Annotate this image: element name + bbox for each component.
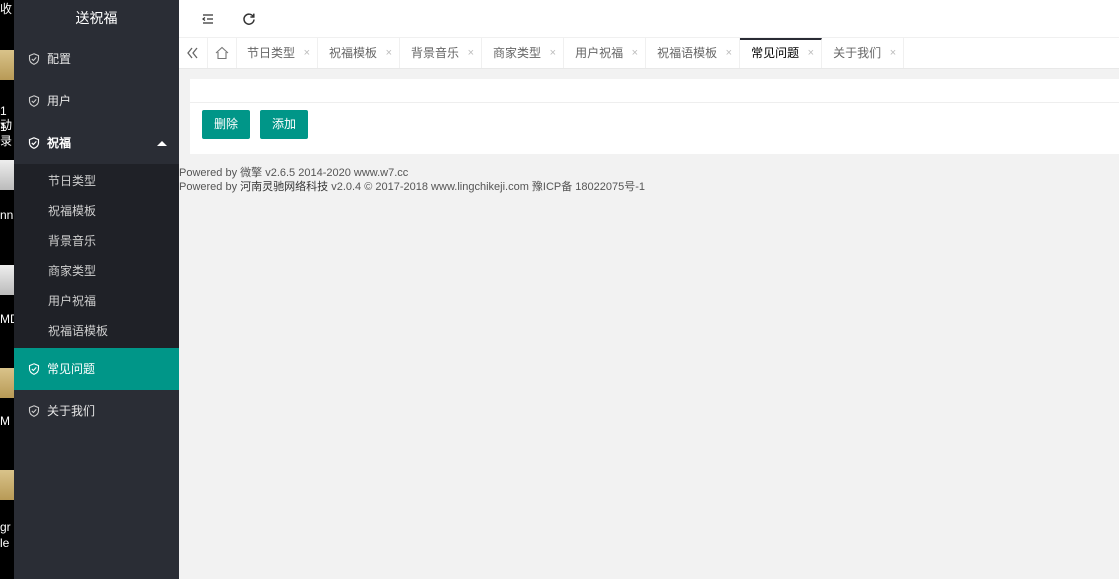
desktop-folder-icon[interactable] [0,368,14,398]
sidebar-item-label: 配置 [47,52,72,66]
desktop-label: le [0,536,10,550]
sidebar-item-users[interactable]: 用户 [14,80,179,122]
tab-bar: 节日类型 × 祝福模板 × 背景音乐 × 商家类型 × 用户祝福 × 祝福语模板 × 常见问… [179,38,1119,69]
tab-label: 商家类型 [493,46,542,60]
delete-button[interactable]: 删除 [202,110,251,139]
tab-holiday-type[interactable]: 节日类型 × [236,38,319,68]
submenu-item[interactable]: 用户祝福 [14,286,179,316]
close-icon[interactable]: × [468,38,474,68]
shield-check-icon [28,363,40,375]
sidebar-item-about[interactable]: 关于我们 [14,390,179,432]
sidebar-item-label: 祝福 [47,136,72,150]
tab-label: 关于我们 [833,46,882,60]
card-header [190,79,1119,103]
close-icon[interactable]: × [808,40,814,66]
close-icon[interactable]: × [726,38,732,68]
tab-faq[interactable]: 常见问题 × [740,38,823,68]
top-bar [179,0,1119,38]
sidebar-item-label: 关于我们 [47,404,96,418]
shield-check-icon [28,53,40,65]
submenu-item[interactable]: 节日类型 [14,166,179,196]
caret-up-icon [157,141,167,146]
refresh-icon[interactable] [240,10,258,28]
tab-scroll-left-button[interactable] [179,38,208,68]
tab-label: 用户祝福 [575,46,624,60]
desktop-label: 1录 [0,120,13,148]
footer-line: Powered by 河南灵驰网络科技 v2.0.4 © 2017-2018 w… [179,180,645,194]
close-icon[interactable]: × [386,38,392,68]
close-icon[interactable]: × [304,38,310,68]
tab-blessing-text-template[interactable]: 祝福语模板 × [646,38,741,68]
close-icon[interactable]: × [632,38,638,68]
submenu-item[interactable]: 祝福模板 [14,196,179,226]
sidebar-item-label: 用户 [47,94,72,108]
tab-list: 节日类型 × 祝福模板 × 背景音乐 × 商家类型 × 用户祝福 × 祝福语模板 × 常见问… [236,38,905,68]
shield-check-icon [28,405,40,417]
footer: Powered by 微擎 v2.6.5 2014-2020 www.w7.cc… [179,166,645,194]
home-icon [215,46,229,60]
footer-line: Powered by 微擎 v2.6.5 2014-2020 www.w7.cc [179,167,409,179]
tab-label: 节日类型 [247,46,296,60]
footer-brand-link[interactable]: 河南灵驰网络科技 [240,181,328,193]
double-chevron-left-icon [187,47,198,59]
sidebar-item-faq[interactable]: 常见问题 [14,348,179,390]
desktop-label: M [0,414,10,428]
shield-check-icon [28,95,40,107]
sidebar-item-label: 常见问题 [47,362,96,376]
sidebar-submenu: 节日类型 祝福模板 背景音乐 商家类型 用户祝福 祝福语模板 [14,164,179,348]
add-button[interactable]: 添加 [260,110,309,139]
tab-blessing-template[interactable]: 祝福模板 × [318,38,401,68]
sidebar: 送祝福 配置 用户 祝福 节日类型 祝福模板 背景音乐 商家类型 用户祝福 祝福… [14,0,179,579]
submenu-item[interactable]: 祝福语模板 [14,316,179,346]
tab-label: 常见问题 [751,46,800,60]
tab-background-music[interactable]: 背景音乐 × [400,38,483,68]
desktop-folder-icon[interactable] [0,470,14,500]
desktop-label: nn [0,208,14,222]
footer-prefix: Powered by [179,181,241,193]
close-icon[interactable]: × [550,38,556,68]
tab-label: 祝福模板 [329,46,378,60]
close-icon[interactable]: × [890,38,896,68]
submenu-item[interactable]: 背景音乐 [14,226,179,256]
tab-about-us[interactable]: 关于我们 × [822,38,905,68]
tab-user-blessing[interactable]: 用户祝福 × [564,38,647,68]
tab-label: 祝福语模板 [657,46,718,60]
desktop-folder-icon[interactable] [0,50,14,80]
tab-merchant-type[interactable]: 商家类型 × [482,38,565,68]
desktop-label: gr [0,520,11,534]
home-tab[interactable] [208,38,237,68]
sidebar-item-blessing[interactable]: 祝福 [14,122,179,164]
desktop-label: 收 [0,2,13,16]
content-card: 删除 添加 [190,79,1119,154]
desktop-file-icon[interactable] [0,265,14,295]
tab-label: 背景音乐 [411,46,460,60]
sidebar-item-config[interactable]: 配置 [14,38,179,80]
submenu-item[interactable]: 商家类型 [14,256,179,286]
desktop-file-icon[interactable] [0,160,14,190]
desktop-strip: 收 1动 1录 nn MD M gr le [0,0,14,579]
sidebar-brand: 送祝福 [75,10,118,26]
menu-fold-icon[interactable] [199,10,217,28]
desktop-label: MD [0,312,14,326]
shield-check-icon [28,137,40,149]
footer-suffix: v2.0.4 © 2017-2018 www.lingchikeji.com 豫… [328,181,646,193]
